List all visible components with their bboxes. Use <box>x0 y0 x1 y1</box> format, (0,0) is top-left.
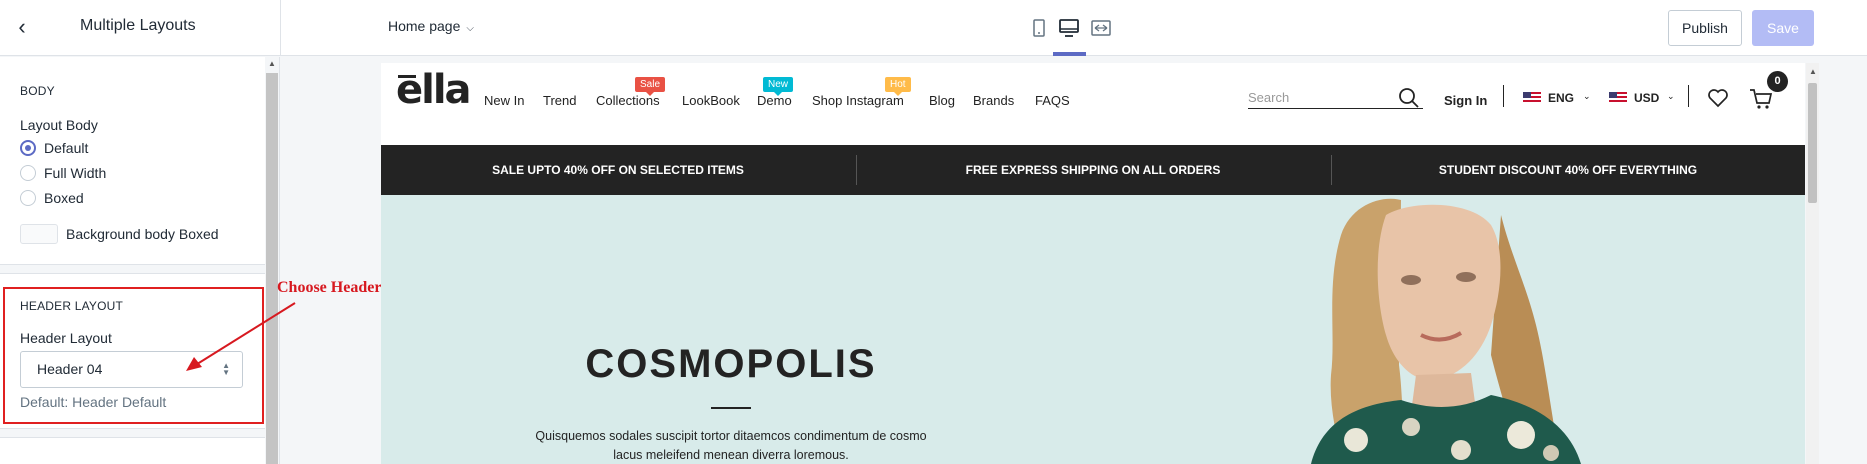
language-select[interactable]: ENG <box>1548 91 1574 105</box>
store-logo[interactable]: ella <box>396 67 472 113</box>
back-arrow-icon[interactable]: ‹ <box>10 16 34 40</box>
cart-icon[interactable] <box>1749 88 1773 110</box>
background-body-boxed-label: Background body Boxed <box>66 226 219 242</box>
us-flag-icon <box>1523 92 1541 104</box>
body-section-title: BODY <box>20 84 55 98</box>
radio-full-width[interactable]: Full Width <box>20 165 106 181</box>
hero-banner[interactable]: COSMOPOLIS Quisquemos sodales suscipit t… <box>381 195 1805 464</box>
section-divider <box>0 428 265 438</box>
cart-count-badge: 0 <box>1767 71 1788 92</box>
chevron-down-icon: ⌵ <box>466 23 474 34</box>
radio-unchecked-icon <box>20 190 36 206</box>
radio-unchecked-icon <box>20 165 36 181</box>
topbar-divider <box>280 0 281 56</box>
preview-scrollbar[interactable]: ▲ <box>1806 63 1819 464</box>
scrollbar-thumb[interactable] <box>266 73 278 464</box>
promo-bar: SALE UPTO 40% OFF ON SELECTED ITEMS FREE… <box>381 145 1805 195</box>
background-color-swatch[interactable] <box>20 224 58 244</box>
badge-new: New <box>763 77 794 96</box>
sign-in-link[interactable]: Sign In <box>1444 93 1487 108</box>
nav-shop-instagram[interactable]: Shop Instagram <box>812 93 904 108</box>
store-preview: ella New In Trend Sale Collections LookB… <box>381 63 1805 464</box>
panel-title: Multiple Layouts <box>80 17 196 34</box>
promo-item[interactable]: SALE UPTO 40% OFF ON SELECTED ITEMS <box>381 145 855 195</box>
nav-collections[interactable]: Collections <box>596 93 660 108</box>
nav-blog[interactable]: Blog <box>929 93 955 108</box>
active-device-indicator <box>1053 52 1086 56</box>
chevron-down-icon: ⌄ <box>1667 91 1675 101</box>
hero-title: COSMOPOLIS <box>585 342 877 386</box>
radio-boxed[interactable]: Boxed <box>20 190 84 206</box>
badge-hot: Hot <box>885 77 911 96</box>
hero-model-image <box>1311 198 1581 464</box>
scroll-up-icon[interactable]: ▲ <box>1809 67 1817 76</box>
nav-lookbook[interactable]: LookBook <box>682 93 740 108</box>
radio-default[interactable]: Default <box>20 140 88 156</box>
page-selector-label: Home page <box>388 18 461 34</box>
nav-demo[interactable]: Demo <box>757 93 792 108</box>
page-selector[interactable]: Home page ⌵ <box>388 18 474 34</box>
promo-item[interactable]: STUDENT DISCOUNT 40% OFF EVERYTHING <box>1331 145 1805 195</box>
hero-description: Quisquemos sodales suscipit tortor ditae… <box>535 429 927 462</box>
header-divider <box>1688 85 1689 107</box>
annotation-arrow-icon <box>186 302 296 371</box>
currency-select[interactable]: USD <box>1634 91 1659 105</box>
radio-checked-icon <box>20 140 36 156</box>
radio-default-label: Default <box>44 140 89 156</box>
desktop-view-icon[interactable] <box>1058 18 1080 38</box>
badge-sale: Sale <box>635 77 666 96</box>
mobile-view-icon[interactable] <box>1028 18 1050 38</box>
fullscreen-view-icon[interactable] <box>1090 18 1112 38</box>
us-flag-icon <box>1609 92 1627 104</box>
chevron-down-icon: ⌄ <box>1583 91 1591 101</box>
editor-topbar: ‹ Multiple Layouts Home page ⌵ Publish Sa… <box>0 0 1867 56</box>
layout-body-label: Layout Body <box>20 117 98 133</box>
nav-faqs[interactable]: FAQS <box>1035 93 1070 108</box>
scroll-up-icon[interactable]: ▲ <box>268 59 276 68</box>
nav-brands[interactable]: Brands <box>973 93 1014 108</box>
nav-new-in[interactable]: New In <box>484 93 524 108</box>
section-divider <box>0 264 265 274</box>
search-icon[interactable] <box>1398 87 1420 109</box>
nav-trend[interactable]: Trend <box>543 93 576 108</box>
radio-boxed-label: Boxed <box>44 190 84 206</box>
header-divider <box>1503 85 1504 107</box>
promo-item[interactable]: FREE EXPRESS SHIPPING ON ALL ORDERS <box>856 145 1330 195</box>
heart-icon[interactable] <box>1707 88 1729 108</box>
hero-divider <box>711 407 751 409</box>
publish-button[interactable]: Publish <box>1668 10 1742 46</box>
scrollbar-thumb[interactable] <box>1808 83 1817 203</box>
store-search-input[interactable]: Search <box>1248 87 1423 109</box>
radio-full-width-label: Full Width <box>44 165 107 181</box>
save-button[interactable]: Save <box>1752 10 1814 46</box>
sidebar-scrollbar[interactable]: ▲ <box>265 57 279 464</box>
